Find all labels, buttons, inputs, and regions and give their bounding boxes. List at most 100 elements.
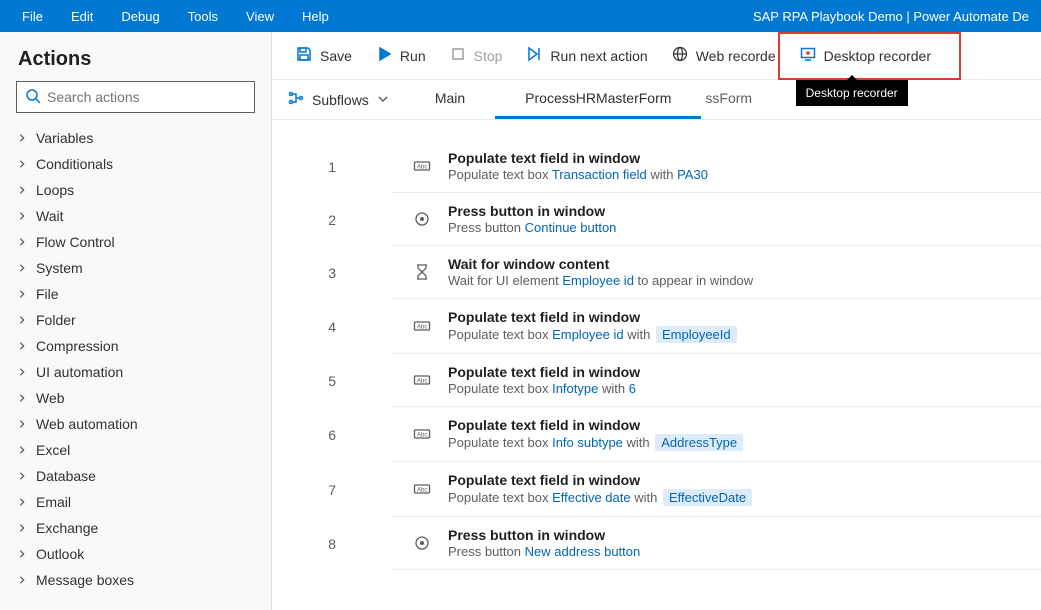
menu-edit[interactable]: Edit [57,0,107,32]
step-row: 6AbcPopulate text field in windowPopulat… [272,407,1041,462]
wait-icon [412,262,432,282]
step-number: 4 [272,299,364,354]
chevron-right-icon [16,366,28,378]
chevron-down-icon [377,92,389,108]
save-icon [296,46,312,65]
category-variables[interactable]: Variables [0,125,271,151]
step-description: Wait for UI element Employee id to appea… [448,273,753,288]
step-card[interactable]: AbcPopulate text field in windowPopulate… [392,299,1041,354]
category-excel[interactable]: Excel [0,437,271,463]
category-loops[interactable]: Loops [0,177,271,203]
svg-text:Abc: Abc [417,433,427,439]
category-outlook[interactable]: Outlook [0,541,271,567]
tooltip: Desktop recorder [796,80,908,106]
step-description: Populate text box Employee id with Emplo… [448,326,737,343]
stop-button[interactable]: Stop [438,32,515,80]
chevron-right-icon [16,470,28,482]
chevron-right-icon [16,340,28,352]
tab-partial[interactable]: ssForm [701,80,768,119]
step-description: Populate text box Infotype with 6 [448,381,640,396]
step-card[interactable]: AbcPopulate text field in windowPopulate… [392,407,1041,462]
menu-tools[interactable]: Tools [174,0,232,32]
chevron-right-icon [16,444,28,456]
step-card[interactable]: Press button in windowPress button Conti… [392,193,1041,246]
save-button[interactable]: Save [284,32,364,80]
app-title: SAP RPA Playbook Demo | Power Automate D… [753,9,1033,24]
category-conditionals[interactable]: Conditionals [0,151,271,177]
step-row: 3Wait for window contentWait for UI elem… [272,246,1041,299]
web-recorder-button[interactable]: Web recorde [660,32,788,80]
search-input[interactable] [47,89,246,105]
step-description: Press button Continue button [448,220,616,235]
step-card[interactable]: Abc Populate text field in windowPopulate… [392,462,1041,517]
step-card[interactable]: Wait for window contentWait for UI eleme… [392,246,1041,299]
step-description: Populate text box Effective date with Ef… [448,489,752,506]
category-web[interactable]: Web [0,385,271,411]
category-message-boxes[interactable]: Message boxes [0,567,271,593]
press-icon [412,533,432,553]
step-description: Press button New address button [448,544,640,559]
stop-icon [450,46,466,65]
step-row: 7AbcPopulate text field in windowPopulat… [272,462,1041,517]
category-folder[interactable]: Folder [0,307,271,333]
step-number: 2 [272,193,364,246]
textfield-icon: Abc [412,316,432,336]
step-row: 2 Press button in windowPress button Cont… [272,193,1041,246]
category-file[interactable]: File [0,281,271,307]
tab-processhrmasterform[interactable]: ProcessHRMasterForm [495,80,701,119]
category-email[interactable]: Email [0,489,271,515]
chevron-right-icon [16,314,28,326]
step-title: Wait for window content [448,256,753,272]
category-wait[interactable]: Wait [0,203,271,229]
category-exchange[interactable]: Exchange [0,515,271,541]
category-database[interactable]: Database [0,463,271,489]
step-number: 1 [272,140,364,193]
chevron-right-icon [16,288,28,300]
menu-help[interactable]: Help [288,0,343,32]
step-row: 8Press button in windowPress button New … [272,517,1041,570]
menu-file[interactable]: File [8,0,57,32]
category-web-automation[interactable]: Web automation [0,411,271,437]
step-title: Populate text field in window [448,472,752,488]
step-card[interactable]: AbcPopulate text field in windowPopulate… [392,140,1041,193]
step-icon [526,46,542,65]
desktop-recorder-button[interactable]: Desktop recorder Desktop recorder [788,32,943,80]
category-system[interactable]: System [0,255,271,281]
category-compression[interactable]: Compression [0,333,271,359]
menu-view[interactable]: View [232,0,288,32]
chevron-right-icon [16,262,28,274]
svg-text:Abc: Abc [417,379,427,385]
chevron-right-icon [16,522,28,534]
run-next-button[interactable]: Run next action [514,32,659,80]
textfield-icon: Abc [412,156,432,176]
step-number: 5 [272,354,364,407]
step-card[interactable]: Press button in windowPress button New a… [392,517,1041,570]
menu-debug[interactable]: Debug [107,0,173,32]
chevron-right-icon [16,236,28,248]
tab-strip: Subflows MainProcessHRMasterForm ssForm [272,80,1041,120]
chevron-right-icon [16,184,28,196]
step-row: 4 AbcPopulate text field in windowPopulat… [272,299,1041,354]
step-title: Press button in window [448,203,616,219]
chevron-right-icon [16,132,28,144]
svg-text:Abc: Abc [417,165,427,171]
category-flow-control[interactable]: Flow Control [0,229,271,255]
category-ui-automation[interactable]: UI automation [0,359,271,385]
subflows-button[interactable]: Subflows [272,80,405,119]
svg-text:Abc: Abc [417,325,427,331]
chevron-right-icon [16,418,28,430]
step-card[interactable]: Abc Populate text field in windowPopulate… [392,354,1041,407]
textfield-icon: Abc [412,424,432,444]
tab-main[interactable]: Main [405,80,495,119]
chevron-right-icon [16,496,28,508]
run-button[interactable]: Run [364,32,438,80]
step-row: 5 Abc Populate text field in windowPopulat… [272,354,1041,407]
search-box[interactable] [16,81,255,113]
step-title: Populate text field in window [448,364,640,380]
step-title: Populate text field in window [448,150,708,166]
textfield-icon: Abc [412,370,432,390]
desktop-icon [800,46,816,65]
chevron-right-icon [16,392,28,404]
search-icon [25,88,47,107]
svg-text:Abc: Abc [417,488,427,494]
